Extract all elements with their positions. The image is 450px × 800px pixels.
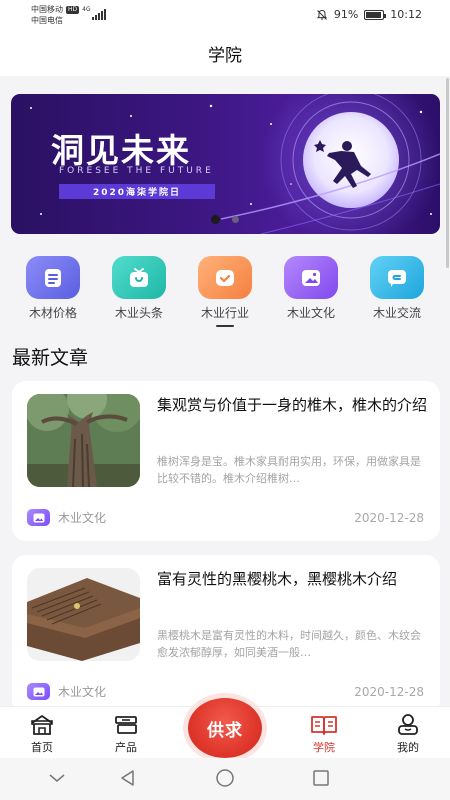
category-nav: 木材价格 木业头条 木业行业 木业文化 木业交流 bbox=[0, 256, 450, 332]
carousel-indicator bbox=[211, 215, 239, 224]
picture-icon bbox=[27, 509, 50, 526]
category-label: 木材价格 bbox=[28, 306, 77, 320]
promo-banner[interactable]: 洞见未来 FORESEE THE FUTURE 2020海柒学院日 bbox=[11, 94, 440, 234]
check-badge-icon bbox=[198, 256, 252, 299]
clock: 10:12 bbox=[390, 8, 422, 21]
article-card[interactable]: 集观赏与价值于一身的椎木，椎木的介绍 椎树浑身是宝。椎木家具耐用实用，环保，用做… bbox=[12, 381, 440, 541]
user-icon bbox=[398, 714, 418, 735]
banner-title: 洞见未来 bbox=[51, 131, 191, 170]
category-underline bbox=[216, 325, 234, 327]
page-header: 学院 bbox=[0, 30, 450, 76]
category-culture[interactable]: 木业文化 bbox=[268, 256, 354, 321]
article-date: 2020-12-28 bbox=[354, 511, 424, 525]
category-wood-price[interactable]: 木材价格 bbox=[10, 256, 96, 321]
article-title: 富有灵性的黑樱桃木，黑樱桃木介绍 bbox=[157, 570, 398, 588]
article-thumbnail bbox=[27, 568, 140, 661]
article-card[interactable]: 富有灵性的黑樱桃木，黑樱桃木介绍 黑樱桃木是富有灵性的木料，时间越久，颜色、木纹… bbox=[12, 555, 440, 715]
home-circle-icon[interactable] bbox=[215, 768, 235, 788]
article-category-label: 木业文化 bbox=[58, 511, 107, 525]
article-category: 木业文化 bbox=[27, 509, 106, 526]
banner-tag: 2020海柒学院日 bbox=[59, 184, 215, 199]
tab-home[interactable]: 首页 bbox=[2, 713, 82, 755]
recents-square-icon[interactable] bbox=[311, 768, 331, 788]
tab-label: 我的 bbox=[397, 741, 419, 754]
article-summary: 椎树浑身是宝。椎木家具耐用实用，环保，用做家具是比较不错的。椎木介绍椎树… bbox=[157, 455, 421, 485]
carrier-2-label: 中国电信 bbox=[31, 16, 63, 25]
document-icon bbox=[26, 256, 80, 299]
chat-icon bbox=[370, 256, 424, 299]
article-title: 集观赏与价值于一身的椎木，椎木的介绍 bbox=[157, 396, 428, 414]
status-bar: 中国移动 HD 4G 中国电信 91% 10:12 bbox=[0, 0, 450, 30]
article-thumbnail bbox=[27, 394, 140, 487]
supply-demand-label: 供求 bbox=[207, 720, 243, 741]
tab-label: 首页 bbox=[31, 741, 53, 754]
carrier-info: 中国移动 HD 4G 中国电信 bbox=[31, 4, 91, 26]
mute-bell-icon bbox=[316, 9, 327, 20]
tab-label: 学院 bbox=[313, 741, 335, 754]
back-triangle-icon[interactable] bbox=[118, 768, 138, 788]
carousel-dot[interactable] bbox=[232, 216, 239, 223]
tab-label: 产品 bbox=[115, 741, 137, 754]
battery-percent: 91% bbox=[333, 8, 359, 21]
system-nav-bar bbox=[0, 758, 450, 800]
category-headlines[interactable]: 木业头条 bbox=[96, 256, 182, 321]
battery-icon bbox=[364, 9, 387, 20]
tab-academy[interactable]: 学院 bbox=[284, 713, 364, 755]
home-icon bbox=[31, 715, 53, 735]
picture-icon bbox=[27, 683, 50, 700]
hd-badge: HD bbox=[66, 5, 80, 14]
category-exchange[interactable]: 木业交流 bbox=[354, 256, 440, 321]
chevron-down-icon[interactable] bbox=[47, 768, 67, 788]
book-icon bbox=[311, 716, 337, 735]
signal-icon bbox=[92, 9, 106, 20]
category-label: 木业文化 bbox=[286, 306, 335, 320]
article-category: 木业文化 bbox=[27, 683, 106, 700]
category-label: 木业头条 bbox=[114, 306, 163, 320]
scrollbar-thumb[interactable] bbox=[446, 78, 449, 268]
picture-icon bbox=[284, 256, 338, 299]
tab-products[interactable]: 产品 bbox=[86, 713, 166, 755]
carousel-dot-active[interactable] bbox=[211, 215, 220, 224]
headline-box-icon bbox=[112, 256, 166, 299]
product-icon bbox=[115, 716, 137, 734]
section-title: 最新文章 bbox=[12, 347, 89, 369]
article-category-label: 木业文化 bbox=[58, 685, 107, 699]
page-title: 学院 bbox=[208, 45, 242, 66]
carrier-1-label: 中国移动 bbox=[31, 5, 63, 14]
category-label: 木业交流 bbox=[372, 306, 421, 320]
article-date: 2020-12-28 bbox=[354, 685, 424, 699]
category-industry[interactable]: 木业行业 bbox=[182, 256, 268, 327]
network-type: 4G bbox=[82, 6, 91, 13]
banner-subtitle: FORESEE THE FUTURE bbox=[59, 166, 214, 176]
supply-demand-button[interactable]: 供求 bbox=[188, 698, 262, 758]
article-summary: 黑樱桃木是富有灵性的木料，时间越久，颜色、木纹会愈发浓郁醇厚，如同美酒一般… bbox=[157, 629, 421, 659]
tab-mine[interactable]: 我的 bbox=[368, 713, 448, 755]
category-label: 木业行业 bbox=[200, 306, 249, 320]
